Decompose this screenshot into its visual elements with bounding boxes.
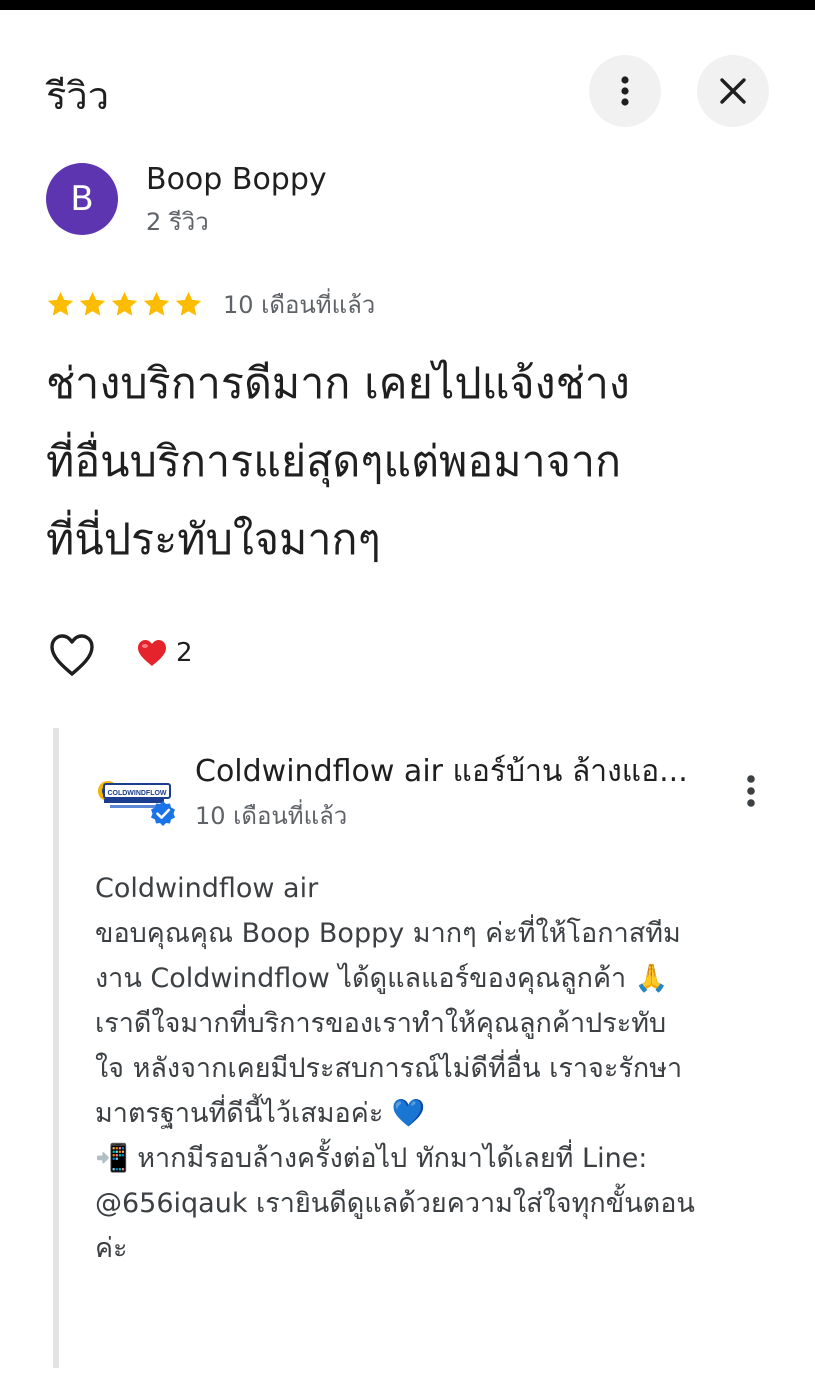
reply-text-line: ค่ะ	[95, 1233, 128, 1264]
reply-text-line: ขอบคุณคุณ Boop Boppy มากๆ ค่ะที่ให้โอกาส…	[95, 918, 681, 949]
header: รีวิว	[0, 0, 815, 140]
avatar[interactable]: B	[46, 163, 118, 235]
reply-text-line: เราดีใจมากที่บริการของเราทำให้คุณลูกค้าป…	[95, 1008, 667, 1039]
more-options-button[interactable]	[589, 55, 661, 127]
review-text-line: ที่อื่นบริการแย่สุดๆแต่พอมาจาก	[46, 437, 622, 487]
red-heart-emoji-icon	[138, 640, 166, 666]
close-button[interactable]	[697, 55, 769, 127]
reply-text-line: งาน Coldwindflow ได้ดูแลแอร์ของคุณลูกค้า…	[95, 963, 669, 994]
reply-more-button[interactable]	[730, 768, 772, 814]
review-text: ช่างบริการดีมาก เคยไปแจ้งช่างที่อื่นบริก…	[46, 345, 776, 579]
more-vert-icon	[621, 76, 629, 106]
author-name[interactable]: Boop Boppy	[146, 161, 327, 199]
heart-outline-icon	[50, 634, 94, 676]
star-icon	[47, 291, 74, 316]
page-title: รีวิว	[46, 74, 110, 118]
star-icon	[143, 291, 170, 316]
owner-reply-time: 10 เดือนที่แล้ว	[195, 802, 348, 830]
star-icon	[175, 291, 202, 316]
review-text-line: ที่นี่ประทับใจมากๆ	[46, 515, 381, 565]
reply-text-line: ใจ หลังจากเคยมีประสบการณ์ไม่ดีที่อื่น เร…	[95, 1053, 683, 1084]
star-icon	[111, 291, 138, 316]
author-review-count: 2 รีวิว	[146, 208, 209, 236]
star-rating	[46, 290, 203, 319]
svg-text:COLDWINDFLOW: COLDWINDFLOW	[107, 790, 166, 797]
review-text-line: ช่างบริการดีมาก เคยไปแจ้งช่าง	[46, 359, 630, 409]
rating-row: 10 เดือนที่แล้ว	[46, 286, 375, 322]
close-icon	[720, 78, 746, 104]
verified-badge-icon	[151, 801, 175, 826]
like-button[interactable]	[48, 632, 96, 678]
owner-name[interactable]: Coldwindflow air แอร์บ้าน ล้างแอ...	[195, 752, 695, 792]
reaction-count[interactable]: 2	[136, 638, 193, 668]
reply-divider	[53, 728, 59, 1368]
reply-text-line: 📲 หากมีรอบล้างครั้งต่อไป ทักมาได้เลยที่ …	[95, 1143, 648, 1174]
review-time: 10 เดือนที่แล้ว	[223, 290, 376, 319]
more-vert-icon	[747, 775, 755, 807]
reply-text-line: Coldwindflow air	[95, 873, 319, 904]
reaction-count-value: 2	[176, 638, 193, 668]
reply-text-line: มาตรฐานที่ดีนี้ไว้เสมอค่ะ 💙	[95, 1098, 426, 1129]
owner-reply-text: Coldwindflow air ขอบคุณคุณ Boop Boppy มาก…	[95, 866, 775, 1271]
star-icon	[79, 291, 106, 316]
reply-text-line: @656iqauk เรายินดีดูแลด้วยความใส่ใจทุกขั…	[95, 1188, 695, 1219]
reaction-row: 2	[48, 630, 348, 680]
